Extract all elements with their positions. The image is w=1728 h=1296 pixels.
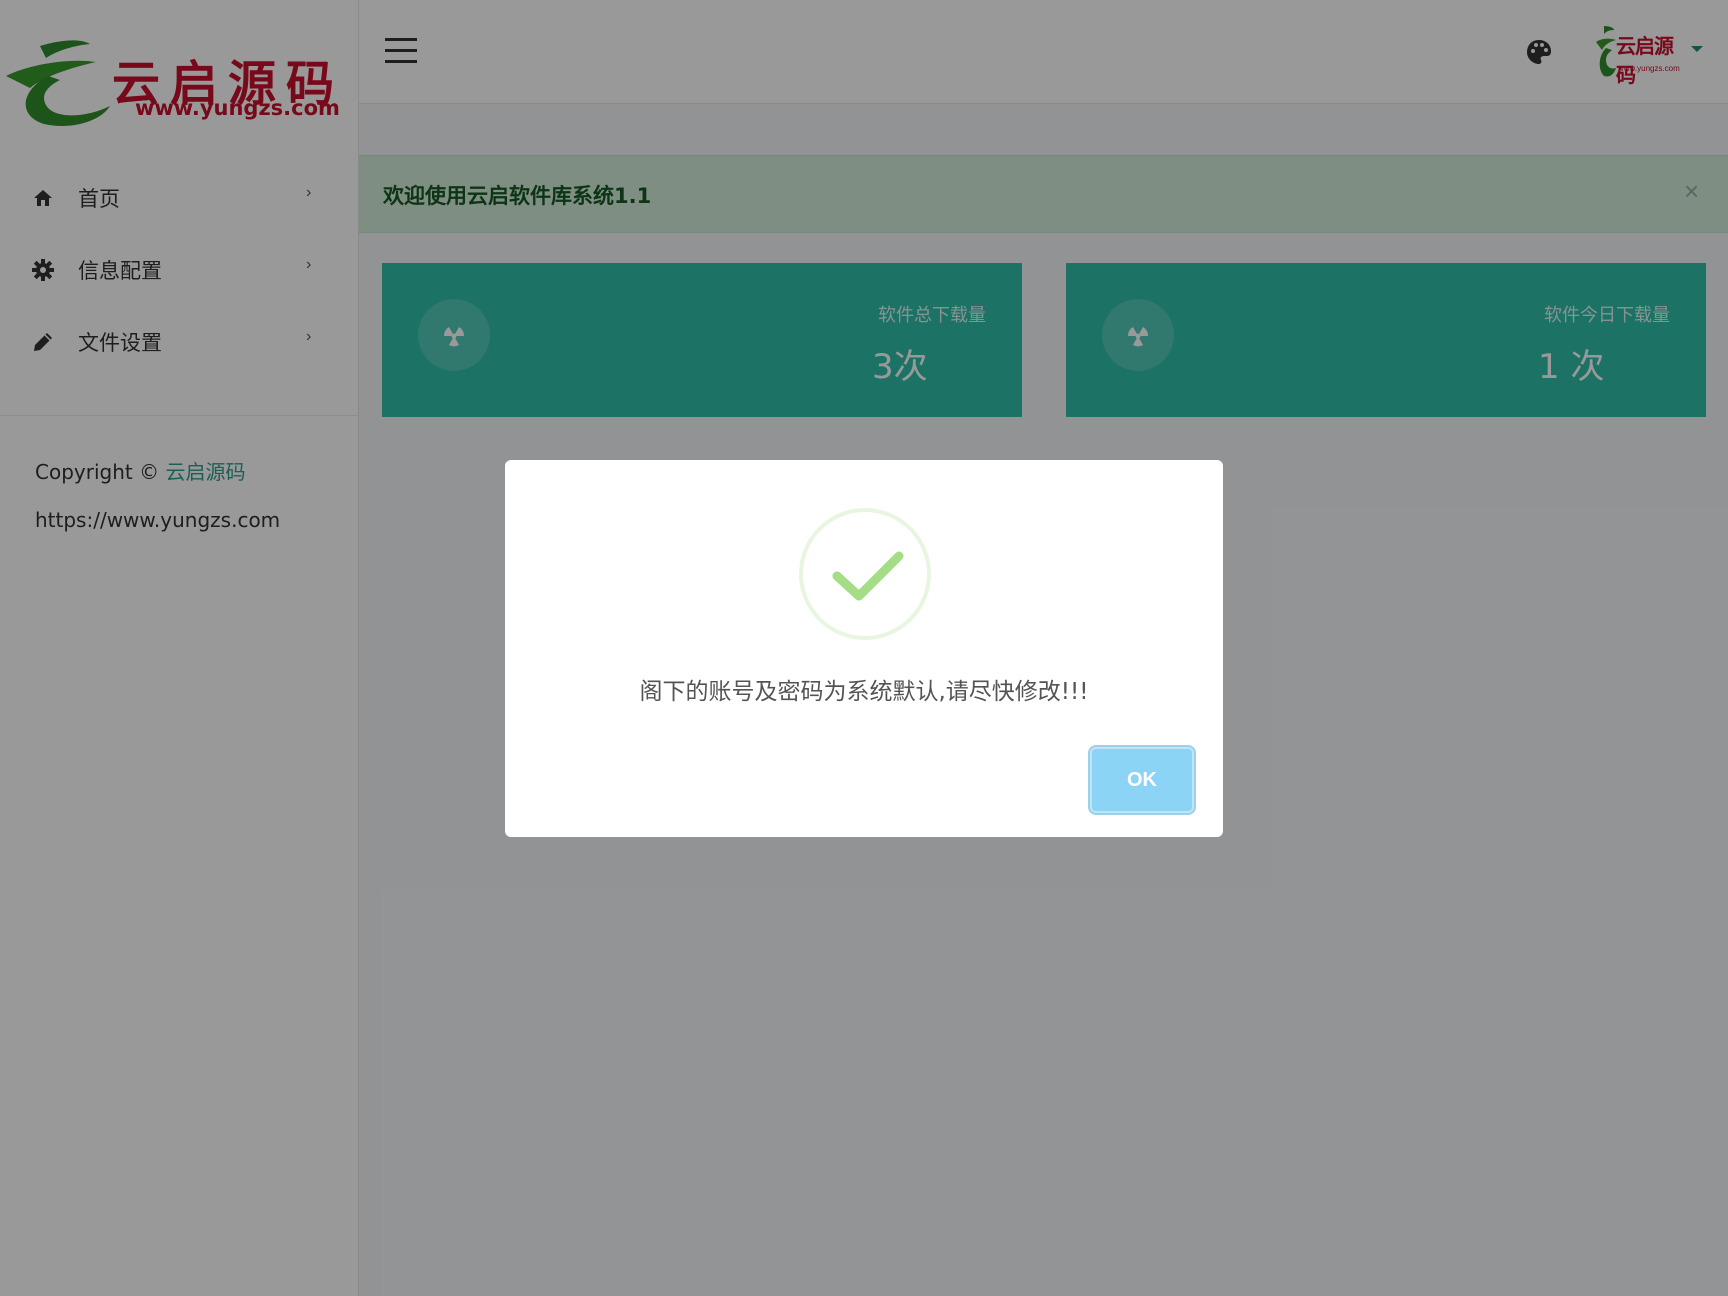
success-check-icon (832, 551, 904, 601)
dialog-message: 阁下的账号及密码为系统默认,请尽快修改!!! (639, 679, 1089, 705)
alert-dialog: 阁下的账号及密码为系统默认,请尽快修改!!! OK (505, 460, 1223, 837)
ok-button[interactable]: OK (1090, 747, 1194, 813)
